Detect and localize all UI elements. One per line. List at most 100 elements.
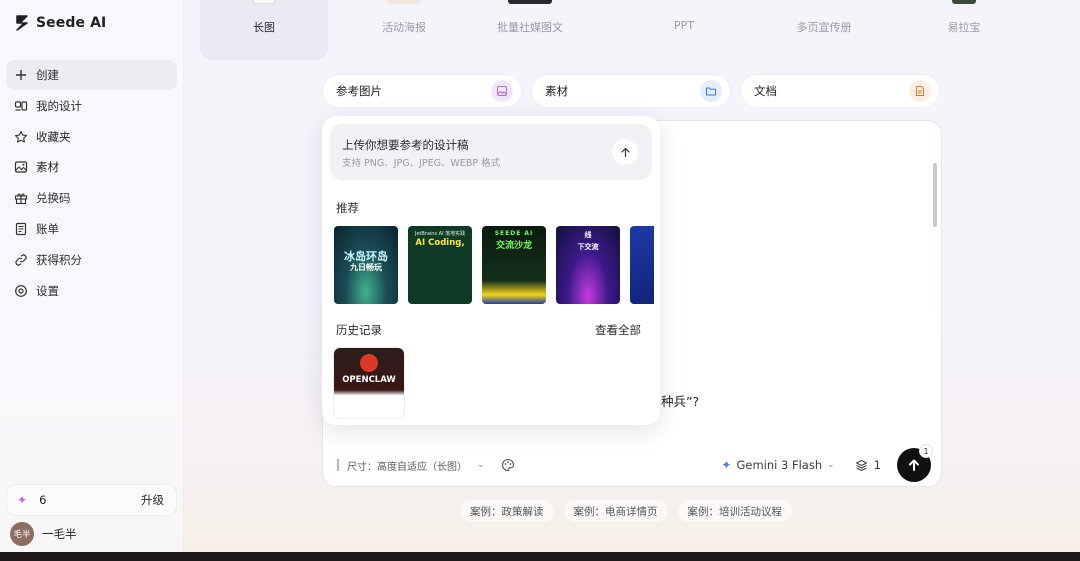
image-icon [14, 161, 28, 173]
tab-label: 批量社媒图文 [497, 21, 563, 34]
send-button[interactable]: 1 [897, 444, 933, 482]
tab-multipage-brochure[interactable]: 多页宣传册 [760, 0, 888, 60]
template-tabs: 长图 活动海报 批量社媒图文 PPT 多页宣传册 易拉宝 [200, 0, 1080, 60]
sidebar-item-label: 设置 [36, 283, 59, 298]
tab-thumbnail [508, 0, 552, 4]
document-chip[interactable]: 文档 [740, 74, 940, 108]
star-icon [14, 130, 28, 143]
palette-icon[interactable] [501, 458, 515, 472]
recommendations-list: 冰岛环岛 九日畅玩 JetBrains AI 落地实践 AI Coding, S… [334, 226, 654, 304]
history-label: OPENCLAW [342, 375, 396, 385]
recommendation-card[interactable]: JetBrains AI 落地实践 AI Coding, [408, 226, 472, 304]
arrow-up-icon [620, 147, 630, 157]
example-prompts: 案例：政策解读 案例：电商详情页 案例：培训活动议程 [460, 500, 792, 522]
upload-hint: 支持 PNG、JPG、JPEG、WEBP 格式 [342, 158, 501, 169]
tab-long-image[interactable]: 长图 [200, 0, 328, 60]
card-subtitle: 交流沙龙 [495, 241, 532, 251]
tab-event-poster[interactable]: 活动海报 [340, 0, 468, 60]
sidebar-item-label: 素材 [36, 160, 59, 175]
sidebar-item-create[interactable]: 创建 [6, 60, 177, 90]
layers-selector[interactable]: 1 [855, 458, 881, 472]
reference-image-chip[interactable]: 参考图片 [322, 74, 522, 108]
card-subtitle: 九日畅玩 [350, 263, 382, 272]
upload-area[interactable]: 上传你想要参考的设计稿 支持 PNG、JPG、JPEG、WEBP 格式 [330, 124, 652, 180]
sidebar: Seede AI 创建 我的设计 收藏夹 素材 兑换码 账单 获得积分 设置 ✦… [0, 0, 184, 552]
size-selector[interactable]: 尺寸：高度自适应（长图） ⌄ [337, 458, 485, 473]
sparkle-icon: ✦ [17, 493, 28, 507]
credits-count: 6 [39, 493, 47, 507]
history-item[interactable]: OPENCLAW [334, 348, 404, 418]
example-policy[interactable]: 案例：政策解读 [460, 500, 554, 522]
model-name: Gemini 3 Flash [736, 458, 823, 472]
sidebar-nav: 创建 我的设计 收藏夹 素材 兑换码 账单 获得积分 设置 [6, 60, 177, 306]
credits-card: ✦ 6 升级 [6, 484, 177, 516]
designs-icon [14, 101, 28, 111]
view-all-link[interactable]: 查看全部 [595, 322, 641, 338]
sidebar-item-materials[interactable]: 素材 [6, 152, 177, 182]
logo[interactable]: Seede AI [14, 14, 106, 32]
tab-label: 易拉宝 [947, 21, 981, 34]
recommendation-card[interactable] [630, 226, 654, 304]
tab-batch-social[interactable]: 批量社媒图文 [466, 0, 594, 60]
sidebar-item-label: 收藏夹 [36, 129, 71, 144]
prompt-text-fragment: 种兵”? [661, 394, 700, 409]
recommendation-card[interactable]: 冰岛环岛 九日畅玩 [334, 226, 398, 304]
history-title: 历史记录 [336, 323, 382, 337]
material-chip[interactable]: 素材 [531, 74, 731, 108]
card-subtitle: 下交流 [577, 243, 599, 251]
gift-icon [14, 193, 28, 205]
avatar: 毛半 [10, 522, 34, 546]
bottom-strip [0, 552, 1080, 561]
tab-ppt[interactable]: PPT [620, 0, 748, 60]
document-icon [909, 80, 931, 102]
chip-label: 素材 [545, 84, 568, 98]
link-icon [15, 254, 27, 266]
example-ecommerce[interactable]: 案例：电商详情页 [563, 500, 668, 522]
example-training-agenda[interactable]: 案例：培训活动议程 [677, 500, 792, 522]
upload-button[interactable] [612, 139, 638, 165]
sidebar-item-earn-points[interactable]: 获得积分 [6, 245, 177, 275]
sidebar-item-label: 账单 [36, 221, 59, 236]
sidebar-item-bills[interactable]: 账单 [6, 214, 177, 244]
plus-icon [16, 70, 26, 80]
editor-toolbar: 尺寸：高度自适应（长图） ⌄ ✦ Gemini 3 Flash ⌄ 1 1 [337, 444, 933, 482]
tab-label: 长图 [253, 21, 275, 34]
image-icon [491, 80, 513, 102]
tab-thumbnail [253, 0, 275, 4]
chevron-down-icon: ⌄ [477, 460, 485, 470]
sidebar-item-my-designs[interactable]: 我的设计 [6, 91, 177, 121]
chip-label: 文档 [754, 84, 777, 98]
editor-scrollbar[interactable] [933, 163, 937, 227]
upload-title: 上传你想要参考的设计稿 [342, 138, 469, 152]
recommend-title: 推荐 [336, 201, 359, 215]
sidebar-item-label: 我的设计 [36, 98, 82, 113]
tab-thumbnail [952, 0, 976, 4]
sidebar-item-redeem[interactable]: 兑换码 [6, 183, 177, 213]
sidebar-item-label: 兑换码 [36, 191, 71, 206]
divider [337, 459, 339, 471]
reference-image-panel: 上传你想要参考的设计稿 支持 PNG、JPG、JPEG、WEBP 格式 推荐 冰… [322, 116, 660, 425]
chip-label: 参考图片 [336, 84, 382, 98]
chevron-down-icon: ⌄ [827, 460, 835, 470]
recommendation-card[interactable]: SEEDE AI 交流沙龙 [482, 226, 546, 304]
card-title: SEEDE AI [494, 230, 534, 237]
card-subtitle: AI Coding, [415, 238, 465, 248]
app-name: Seede AI [36, 15, 107, 31]
tab-rollup-banner[interactable]: 易拉宝 [900, 0, 1028, 60]
sidebar-item-label: 创建 [36, 68, 59, 82]
sidebar-item-settings[interactable]: 设置 [6, 276, 177, 306]
layers-count: 1 [873, 458, 881, 472]
tab-label: PPT [674, 19, 694, 32]
upgrade-button[interactable]: 升级 [141, 492, 164, 508]
card-title: 线 [584, 231, 592, 239]
tab-label: 活动海报 [382, 21, 426, 34]
send-badge: 1 [919, 444, 933, 458]
settings-icon [15, 284, 27, 297]
user-name: 一毛半 [42, 527, 77, 541]
seede-logo-icon [16, 15, 28, 31]
sidebar-item-favorites[interactable]: 收藏夹 [6, 122, 177, 152]
mascot-graphic [360, 354, 378, 372]
recommendation-card[interactable]: 线 下交流 [556, 226, 620, 304]
model-selector[interactable]: ✦ Gemini 3 Flash ⌄ [721, 458, 834, 472]
user-profile[interactable]: 毛半 一毛半 [10, 522, 77, 546]
